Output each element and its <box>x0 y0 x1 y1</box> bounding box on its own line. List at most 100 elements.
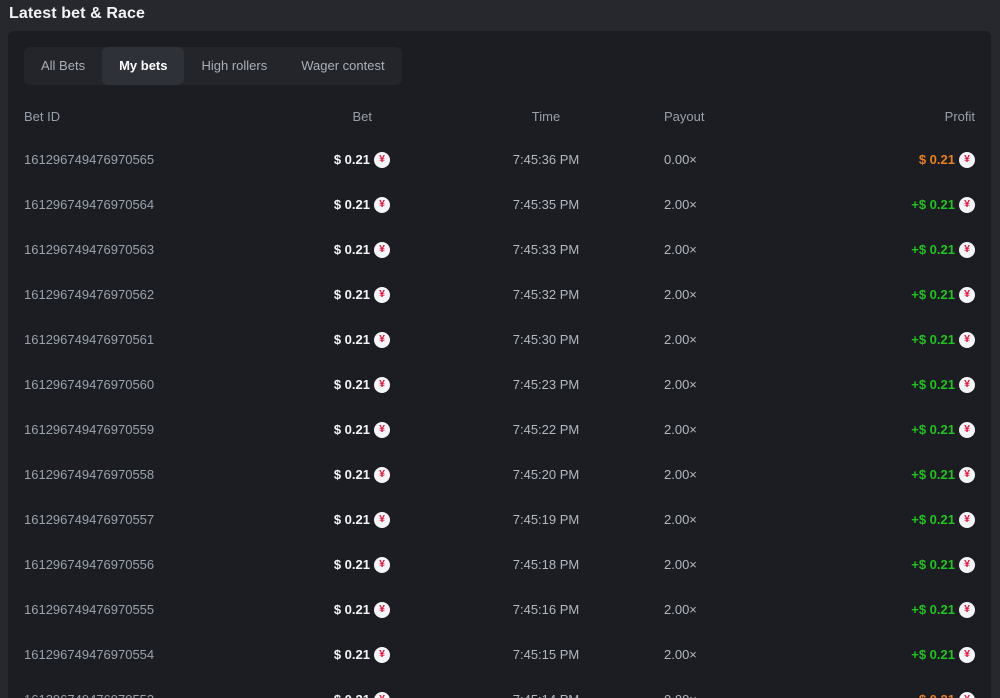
bet-profit-value: +$ 0.21 <box>911 332 955 347</box>
bet-amount-value: $ 0.21 <box>334 647 370 662</box>
table-row[interactable]: 161296749476970556 $ 0.21 ¥ 7:45:18 PM 2… <box>24 542 975 587</box>
bet-payout: 0.00× <box>664 152 834 167</box>
table-row[interactable]: 161296749476970564 $ 0.21 ¥ 7:45:35 PM 2… <box>24 182 975 227</box>
bet-payout: 2.00× <box>664 512 834 527</box>
yen-symbol: ¥ <box>964 199 970 210</box>
bet-time: 7:45:30 PM <box>390 332 664 347</box>
jpy-coin-icon: ¥ <box>959 287 975 303</box>
bet-id: 161296749476970564 <box>24 197 250 212</box>
jpy-coin-icon: ¥ <box>959 602 975 618</box>
tab-my-bets[interactable]: My bets <box>102 47 184 85</box>
column-header-payout: Payout <box>664 109 834 124</box>
yen-symbol: ¥ <box>964 289 970 300</box>
jpy-coin-icon: ¥ <box>374 647 390 663</box>
bet-amount-value: $ 0.21 <box>334 467 370 482</box>
jpy-coin-icon: ¥ <box>959 377 975 393</box>
yen-symbol: ¥ <box>379 514 385 525</box>
jpy-coin-icon: ¥ <box>374 377 390 393</box>
jpy-coin-icon: ¥ <box>374 692 390 698</box>
yen-symbol: ¥ <box>379 154 385 165</box>
bet-amount: $ 0.21 ¥ <box>250 557 390 573</box>
bet-time: 7:45:36 PM <box>390 152 664 167</box>
bet-time: 7:45:14 PM <box>390 692 664 698</box>
bet-payout: 2.00× <box>664 242 834 257</box>
bets-table: Bet ID Bet Time Payout Profit 1612967494… <box>24 95 975 698</box>
bet-payout: 2.00× <box>664 602 834 617</box>
yen-symbol: ¥ <box>964 604 970 615</box>
bet-id: 161296749476970558 <box>24 467 250 482</box>
bet-amount: $ 0.21 ¥ <box>250 422 390 438</box>
bet-profit: +$ 0.21 ¥ <box>834 287 975 303</box>
yen-symbol: ¥ <box>964 469 970 480</box>
jpy-coin-icon: ¥ <box>959 557 975 573</box>
bet-id: 161296749476970557 <box>24 512 250 527</box>
bet-profit-value: +$ 0.21 <box>911 467 955 482</box>
bet-id: 161296749476970565 <box>24 152 250 167</box>
table-row[interactable]: 161296749476970553 $ 0.21 ¥ 7:45:14 PM 0… <box>24 677 975 698</box>
bet-profit-value: +$ 0.21 <box>911 647 955 662</box>
bet-profit-value: +$ 0.21 <box>911 602 955 617</box>
bet-amount-value: $ 0.21 <box>334 287 370 302</box>
bet-amount-value: $ 0.21 <box>334 242 370 257</box>
jpy-coin-icon: ¥ <box>374 467 390 483</box>
table-row[interactable]: 161296749476970565 $ 0.21 ¥ 7:45:36 PM 0… <box>24 137 975 182</box>
jpy-coin-icon: ¥ <box>959 152 975 168</box>
bet-time: 7:45:32 PM <box>390 287 664 302</box>
table-row[interactable]: 161296749476970558 $ 0.21 ¥ 7:45:20 PM 2… <box>24 452 975 497</box>
bet-profit: +$ 0.21 ¥ <box>834 197 975 213</box>
tab-all-bets[interactable]: All Bets <box>24 47 102 85</box>
bet-id: 161296749476970556 <box>24 557 250 572</box>
yen-symbol: ¥ <box>964 334 970 345</box>
yen-symbol: ¥ <box>379 334 385 345</box>
bet-amount: $ 0.21 ¥ <box>250 692 390 698</box>
table-row[interactable]: 161296749476970554 $ 0.21 ¥ 7:45:15 PM 2… <box>24 632 975 677</box>
table-row[interactable]: 161296749476970562 $ 0.21 ¥ 7:45:32 PM 2… <box>24 272 975 317</box>
bet-amount-value: $ 0.21 <box>334 197 370 212</box>
jpy-coin-icon: ¥ <box>374 287 390 303</box>
table-row[interactable]: 161296749476970557 $ 0.21 ¥ 7:45:19 PM 2… <box>24 497 975 542</box>
column-header-profit: Profit <box>834 109 975 124</box>
bet-amount-value: $ 0.21 <box>334 692 370 698</box>
bet-amount: $ 0.21 ¥ <box>250 197 390 213</box>
jpy-coin-icon: ¥ <box>959 692 975 698</box>
yen-symbol: ¥ <box>964 379 970 390</box>
bet-id: 161296749476970562 <box>24 287 250 302</box>
bet-profit: +$ 0.21 ¥ <box>834 467 975 483</box>
tab-high-rollers[interactable]: High rollers <box>184 47 284 85</box>
jpy-coin-icon: ¥ <box>374 557 390 573</box>
yen-symbol: ¥ <box>379 559 385 570</box>
bet-time: 7:45:35 PM <box>390 197 664 212</box>
bet-amount-value: $ 0.21 <box>334 422 370 437</box>
table-header-row: Bet ID Bet Time Payout Profit <box>24 95 975 137</box>
bet-time: 7:45:19 PM <box>390 512 664 527</box>
bet-amount-value: $ 0.21 <box>334 377 370 392</box>
yen-symbol: ¥ <box>379 244 385 255</box>
table-row[interactable]: 161296749476970559 $ 0.21 ¥ 7:45:22 PM 2… <box>24 407 975 452</box>
table-row[interactable]: 161296749476970563 $ 0.21 ¥ 7:45:33 PM 2… <box>24 227 975 272</box>
table-row[interactable]: 161296749476970555 $ 0.21 ¥ 7:45:16 PM 2… <box>24 587 975 632</box>
yen-symbol: ¥ <box>964 559 970 570</box>
yen-symbol: ¥ <box>964 649 970 660</box>
bet-time: 7:45:15 PM <box>390 647 664 662</box>
bets-panel: All BetsMy betsHigh rollersWager contest… <box>8 31 991 698</box>
bet-amount-value: $ 0.21 <box>334 602 370 617</box>
bet-amount: $ 0.21 ¥ <box>250 152 390 168</box>
bet-payout: 2.00× <box>664 647 834 662</box>
column-header-time: Time <box>390 109 664 124</box>
yen-symbol: ¥ <box>379 424 385 435</box>
table-row[interactable]: 161296749476970560 $ 0.21 ¥ 7:45:23 PM 2… <box>24 362 975 407</box>
bet-profit: +$ 0.21 ¥ <box>834 647 975 663</box>
bet-time: 7:45:23 PM <box>390 377 664 392</box>
yen-symbol: ¥ <box>379 379 385 390</box>
tab-wager-contest[interactable]: Wager contest <box>284 47 401 85</box>
yen-symbol: ¥ <box>379 199 385 210</box>
bet-profit: +$ 0.21 ¥ <box>834 242 975 258</box>
table-row[interactable]: 161296749476970561 $ 0.21 ¥ 7:45:30 PM 2… <box>24 317 975 362</box>
bet-amount-value: $ 0.21 <box>334 557 370 572</box>
bet-profit-value: +$ 0.21 <box>911 512 955 527</box>
jpy-coin-icon: ¥ <box>374 602 390 618</box>
bet-amount: $ 0.21 ¥ <box>250 467 390 483</box>
yen-symbol: ¥ <box>379 289 385 300</box>
bet-profit-value: +$ 0.21 <box>911 287 955 302</box>
jpy-coin-icon: ¥ <box>374 332 390 348</box>
